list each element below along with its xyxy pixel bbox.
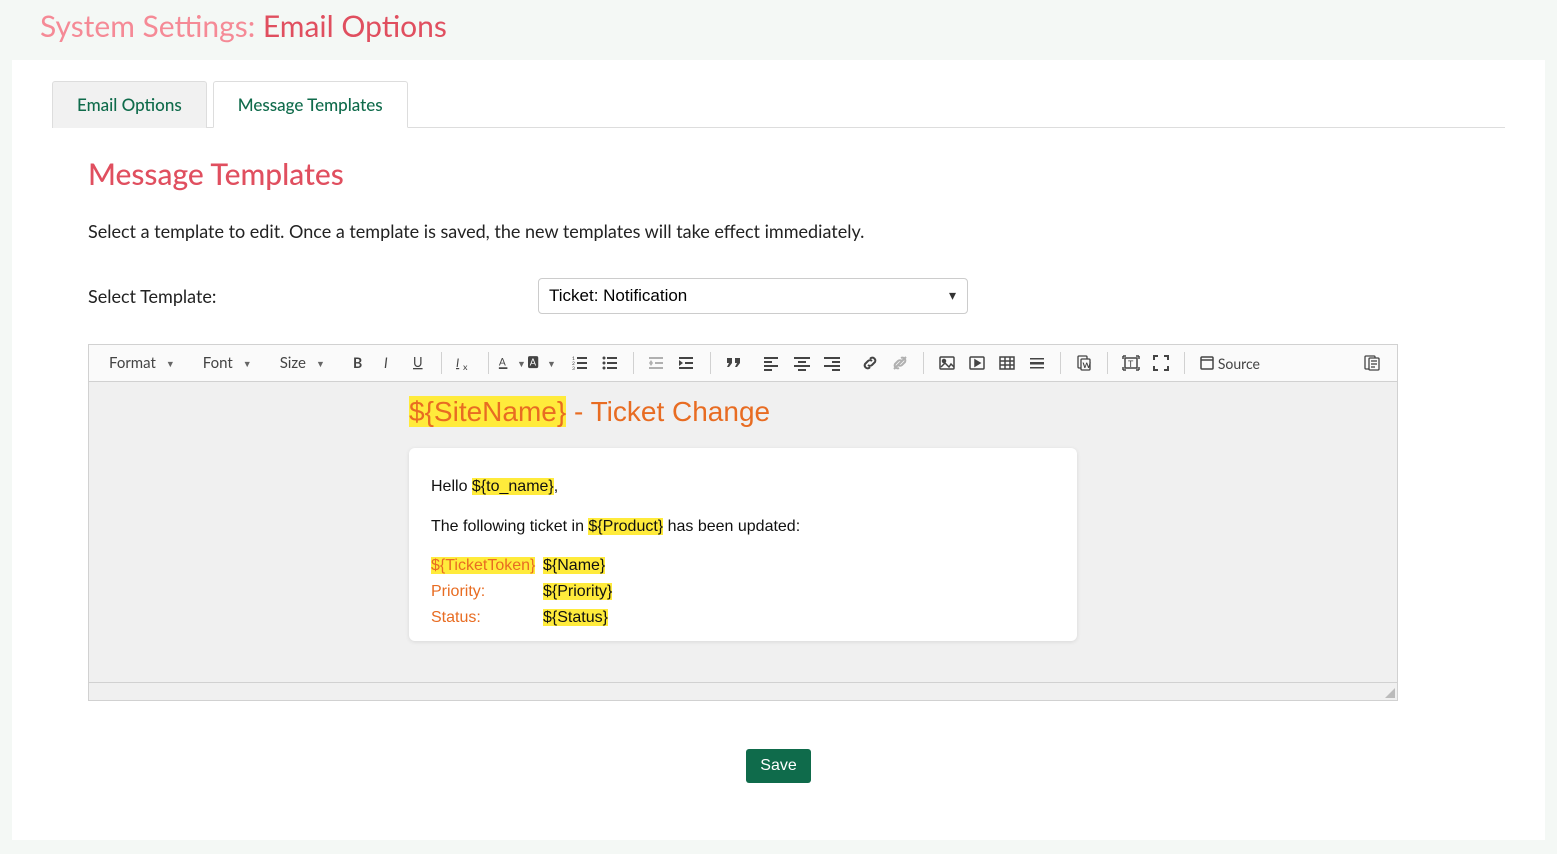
numbered-list-button[interactable]: 123 [566, 349, 594, 377]
templates-button[interactable] [1358, 349, 1386, 377]
svg-text:x: x [463, 361, 468, 371]
select-all-button[interactable]: T [1117, 349, 1145, 377]
blockquote-button[interactable] [720, 349, 748, 377]
align-center-button[interactable] [788, 349, 816, 377]
svg-text:T: T [1128, 358, 1134, 369]
editor-body[interactable]: ${SiteName} - Ticket Change Hello ${to_n… [89, 382, 1397, 682]
link-button[interactable] [856, 349, 884, 377]
svg-text:B: B [353, 355, 362, 371]
email-greeting: Hello ${to_name}, [431, 476, 1055, 498]
paste-word-button[interactable]: W [1070, 349, 1098, 377]
source-button[interactable]: Source [1194, 349, 1266, 377]
tabs: Email Options Message Templates [52, 80, 1505, 128]
table-row: Status: ${Status} [431, 609, 1055, 627]
editor-toolbar: Format▼ Font▼ Size▼ B I U Ix A▼ A▼ 123 [89, 345, 1397, 382]
hr-button[interactable] [1023, 349, 1051, 377]
page-title: System Settings: Email Options [40, 8, 1557, 44]
bulleted-list-button[interactable] [596, 349, 624, 377]
italic-button[interactable]: I [374, 349, 402, 377]
table-row: Priority: ${Priority} [431, 583, 1055, 601]
page-title-prefix: System Settings: [40, 8, 263, 44]
font-combo[interactable]: Font▼ [195, 352, 260, 374]
underline-button[interactable]: U [404, 349, 432, 377]
svg-text:A: A [530, 358, 537, 369]
unlink-button[interactable] [886, 349, 914, 377]
svg-text:W: W [1082, 360, 1091, 370]
template-select-row: Select Template: [88, 278, 1505, 314]
select-template-dropdown[interactable] [538, 278, 968, 314]
align-left-button[interactable] [758, 349, 786, 377]
tab-message-templates[interactable]: Message Templates [213, 81, 408, 128]
email-card: Hello ${to_name}, The following ticket i… [409, 448, 1077, 641]
tab-email-options[interactable]: Email Options [52, 81, 207, 128]
size-combo[interactable]: Size▼ [272, 352, 333, 374]
svg-text:U: U [413, 355, 423, 370]
save-button[interactable]: Save [746, 749, 810, 783]
section-description: Select a template to edit. Once a templa… [88, 220, 1505, 242]
format-combo[interactable]: Format▼ [101, 352, 183, 374]
svg-text:I: I [384, 355, 388, 371]
table-button[interactable] [993, 349, 1021, 377]
outdent-button[interactable] [643, 349, 671, 377]
align-right-button[interactable] [818, 349, 846, 377]
bg-color-button[interactable]: A▼ [528, 349, 556, 377]
email-title: ${SiteName} - Ticket Change [409, 390, 1077, 448]
image-button[interactable] [933, 349, 961, 377]
rich-text-editor: Format▼ Font▼ Size▼ B I U Ix A▼ A▼ 123 [88, 344, 1398, 701]
select-template-label: Select Template: [88, 285, 538, 307]
bold-button[interactable]: B [344, 349, 372, 377]
table-row: ${TicketToken} ${Name} [431, 557, 1055, 575]
section-heading: Message Templates [88, 156, 1505, 192]
email-line: The following ticket in ${Product} has b… [431, 516, 1055, 538]
indent-button[interactable] [673, 349, 701, 377]
remove-format-button[interactable]: Ix [451, 349, 479, 377]
maximize-button[interactable] [1147, 349, 1175, 377]
text-color-button[interactable]: A▼ [498, 349, 526, 377]
svg-text:3: 3 [572, 366, 575, 371]
svg-text:A: A [499, 357, 506, 369]
iframe-button[interactable] [963, 349, 991, 377]
main-panel: Email Options Message Templates Message … [12, 60, 1545, 840]
svg-text:I: I [456, 355, 459, 370]
ticket-table: ${TicketToken} ${Name} Priority: ${Prior… [431, 557, 1055, 627]
resize-grip[interactable] [1383, 686, 1395, 698]
editor-footer [89, 682, 1397, 700]
page-title-emph: Email Options [263, 8, 447, 44]
